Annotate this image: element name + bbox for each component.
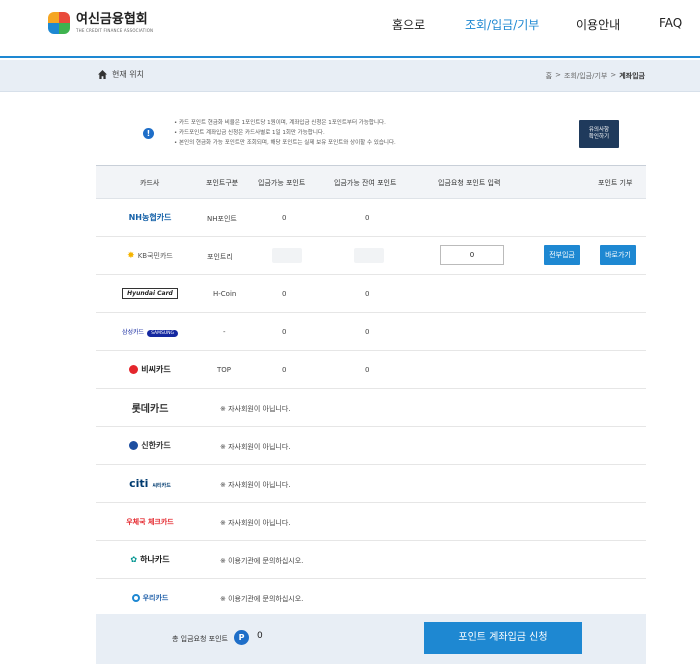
remaining-points: 0 bbox=[365, 290, 370, 298]
total-request-label: 총 입금요청 포인트 bbox=[172, 635, 228, 643]
current-location-label: 현재 위치 bbox=[112, 70, 144, 79]
card-logo-nh: NH농협카드 bbox=[128, 213, 172, 222]
table-row: citi 씨티카드 ※ 자사회원이 아닙니다. bbox=[96, 465, 646, 503]
remaining-points: 0 bbox=[365, 366, 370, 374]
available-points: 0 bbox=[282, 328, 287, 336]
notice-line: • 본인의 현금화 가능 포인트만 조회되며, 해당 포인트는 실제 보유 포인… bbox=[174, 140, 396, 146]
card-logo-woori: 우리카드 bbox=[96, 579, 204, 616]
card-logo-shinhan: 신한카드 bbox=[96, 427, 204, 464]
table-row: 롯데카드 ※ 자사회원이 아닙니다. bbox=[96, 389, 646, 427]
info-icon: ! bbox=[143, 128, 154, 139]
bc-logo-icon bbox=[129, 365, 139, 374]
point-badge-icon: P bbox=[234, 630, 249, 645]
notice-box: ! • 카드 포인트 현금화 비율은 1포인트당 1원이며, 계좌입금 신청은 … bbox=[96, 114, 646, 156]
total-request-value: 0 bbox=[257, 631, 263, 641]
card-logo-citi: citi 씨티카드 bbox=[129, 477, 171, 490]
shinhan-logo-icon bbox=[129, 441, 139, 450]
notice-line: • 카드 포인트 현금화 비율은 1포인트당 1원이며, 계좌입금 신청은 1포… bbox=[174, 120, 386, 126]
check-notice-button[interactable]: 유의사항 확인하기 bbox=[579, 120, 619, 148]
logo-subtitle: THE CREDIT FINANCE ASSOCIATION bbox=[76, 27, 154, 33]
breadcrumb-separator: > bbox=[555, 71, 561, 79]
point-type: TOP bbox=[217, 366, 232, 374]
card-logo-hyundai: Hyundai Card bbox=[96, 275, 204, 312]
table-row: ✸ KB국민카드 포인트리 0 전부입금 바로가기 bbox=[96, 237, 646, 275]
site-logo[interactable]: 여신금융협회 THE CREDIT FINANCE ASSOCIATION bbox=[48, 12, 153, 34]
available-points: 0 bbox=[282, 366, 287, 374]
table-row: 삼성카드 SAMSUNG - 0 0 bbox=[96, 313, 646, 351]
header-point-type: 포인트구분 bbox=[206, 179, 239, 187]
remaining-points: 0 bbox=[365, 214, 370, 222]
logo-mark-icon bbox=[48, 12, 70, 34]
submit-deposit-button[interactable]: 포인트 계좌입금 신청 bbox=[424, 622, 582, 654]
notice-line: • 카드포인트 계좌입금 신청은 카드사별로 1일 1회만 가능합니다. bbox=[174, 130, 325, 136]
card-logo-lotte: 롯데카드 bbox=[131, 404, 169, 415]
nav-query-deposit-donate[interactable]: 조회/입금/기부 bbox=[465, 16, 539, 36]
card-logo-hana: ✿ 하나카드 bbox=[130, 555, 170, 564]
breadcrumb-bar: 현재 위치 홈 > 조회/입금/기부 > 계좌입금 bbox=[0, 60, 700, 92]
donate-goto-button[interactable]: 바로가기 bbox=[600, 245, 636, 265]
table-row: Hyundai Card H-Coin 0 0 bbox=[96, 275, 646, 313]
site-header: 여신금융협회 THE CREDIT FINANCE ASSOCIATION 홈으… bbox=[0, 0, 700, 58]
home-icon bbox=[98, 70, 107, 79]
remaining-points: 0 bbox=[365, 328, 370, 336]
table-row: NH농협카드 NH포인트 0 0 bbox=[96, 199, 646, 237]
row-message: ※ 이용기관에 문의하십시오. bbox=[220, 595, 304, 603]
table-row: 우리카드 ※ 이용기관에 문의하십시오. bbox=[96, 579, 646, 617]
breadcrumb-query[interactable]: 조회/입금/기부 bbox=[564, 71, 607, 81]
breadcrumb: 홈 > 조회/입금/기부 > 계좌입금 bbox=[546, 71, 645, 81]
card-points-table: 카드사 포인트구분 입금가능 포인트 입금가능 잔여 포인트 입금요청 포인트 … bbox=[96, 165, 646, 617]
row-message: ※ 이용기관에 문의하십시오. bbox=[220, 557, 304, 565]
card-logo-bc: 비씨카드 bbox=[96, 351, 204, 388]
header-request: 입금요청 포인트 입력 bbox=[438, 179, 501, 187]
current-location: 현재 위치 bbox=[98, 69, 144, 80]
nav-faq[interactable]: FAQ bbox=[659, 16, 682, 36]
row-message: ※ 자사회원이 아닙니다. bbox=[220, 443, 291, 451]
notice-text: • 카드 포인트 현금화 비율은 1포인트당 1원이며, 계좌입금 신청은 1포… bbox=[174, 118, 396, 148]
header-available: 입금가능 포인트 bbox=[258, 179, 306, 187]
point-type: H-Coin bbox=[213, 290, 237, 298]
nav-home[interactable]: 홈으로 bbox=[392, 16, 425, 36]
card-logo-post: 우체국 체크카드 bbox=[126, 517, 174, 526]
masked-available-points bbox=[272, 248, 302, 263]
point-type: 포인트리 bbox=[207, 253, 233, 261]
row-message: ※ 자사회원이 아닙니다. bbox=[220, 405, 291, 413]
available-points: 0 bbox=[282, 290, 287, 298]
woori-logo-icon bbox=[131, 593, 140, 602]
logo-title: 여신금융협회 bbox=[76, 11, 148, 27]
header-remaining: 입금가능 잔여 포인트 bbox=[334, 179, 397, 187]
hana-logo-icon: ✿ bbox=[130, 555, 138, 564]
point-type: NH포인트 bbox=[207, 215, 237, 223]
breadcrumb-current: 계좌입금 bbox=[619, 72, 645, 80]
masked-remaining-points bbox=[354, 248, 384, 263]
header-donate: 포인트 기부 bbox=[598, 179, 633, 187]
card-logo-kb: ✸ KB국민카드 bbox=[127, 250, 173, 261]
table-row: ✿ 하나카드 ※ 이용기관에 문의하십시오. bbox=[96, 541, 646, 579]
card-logo-samsung: 삼성카드 SAMSUNG bbox=[96, 313, 204, 350]
nav-guide[interactable]: 이용안내 bbox=[576, 16, 620, 36]
row-message: ※ 자사회원이 아닙니다. bbox=[220, 481, 291, 489]
request-points-input[interactable]: 0 bbox=[440, 245, 504, 265]
row-message: ※ 자사회원이 아닙니다. bbox=[220, 519, 291, 527]
point-type: - bbox=[223, 328, 226, 336]
kb-star-icon: ✸ bbox=[127, 250, 135, 261]
available-points: 0 bbox=[282, 214, 287, 222]
table-row: 우체국 체크카드 ※ 자사회원이 아닙니다. bbox=[96, 503, 646, 541]
breadcrumb-separator: > bbox=[610, 71, 617, 79]
table-row: 비씨카드 TOP 0 0 bbox=[96, 351, 646, 389]
deposit-all-button[interactable]: 전부입금 bbox=[544, 245, 580, 265]
header-card: 카드사 bbox=[140, 179, 160, 187]
breadcrumb-home[interactable]: 홈 bbox=[546, 71, 552, 81]
table-row: 신한카드 ※ 자사회원이 아닙니다. bbox=[96, 427, 646, 465]
summary-bar: 총 입금요청 포인트 P 0 포인트 계좌입금 신청 bbox=[96, 614, 646, 664]
table-header: 카드사 포인트구분 입금가능 포인트 입금가능 잔여 포인트 입금요청 포인트 … bbox=[96, 165, 646, 199]
